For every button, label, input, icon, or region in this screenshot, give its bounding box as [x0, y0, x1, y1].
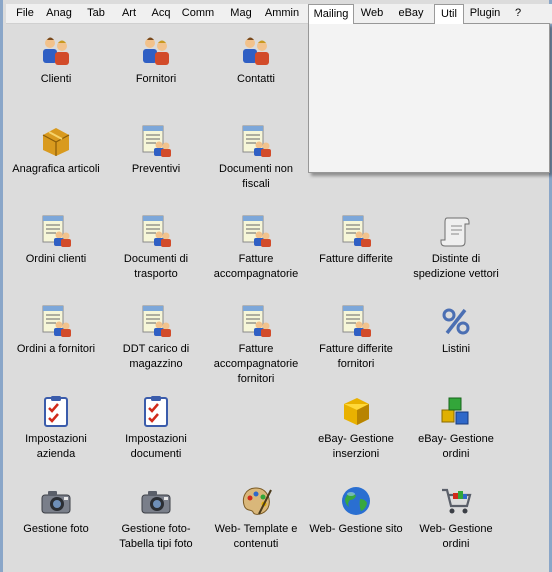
tile-label: Web- Gestione sito — [309, 523, 403, 535]
tile-contatti[interactable]: Contatti — [206, 34, 306, 87]
tile-label: Fatture differite — [319, 253, 393, 265]
tile-label: Fatture accompagnatorie fornitori — [213, 343, 299, 385]
people-icon — [39, 34, 73, 68]
tile-ebay-gestione-inserzioni[interactable]: eBay- Gestione inserzioni — [306, 394, 406, 462]
menu-util[interactable]: Util — [434, 4, 464, 24]
tile-label: Anagrafica articoli — [12, 163, 100, 175]
tile-label: Impostazioni azienda — [25, 433, 87, 460]
percent-icon — [439, 304, 473, 338]
tile-gestione-foto-tabella-tipi-foto[interactable]: Gestione foto- Tabella tipi foto — [106, 484, 206, 552]
tile-label: Ordini clienti — [25, 253, 87, 265]
camera-icon — [139, 484, 173, 518]
menu-bar: File Anag Tab Art Acq Comm Mag Ammin Mai… — [6, 4, 552, 24]
tile-label: Listini — [441, 343, 471, 355]
tile-clienti[interactable]: Clienti — [6, 34, 106, 87]
document-people-icon — [139, 124, 173, 158]
menu-acq[interactable]: Acq — [147, 4, 175, 23]
tile-ordini-a-fornitori[interactable]: Ordini a fornitori — [6, 304, 106, 357]
cart-icon — [439, 484, 473, 518]
document-people-icon — [139, 214, 173, 248]
document-people-icon — [239, 214, 273, 248]
tile-label: Fatture accompagnatorie — [213, 253, 299, 280]
tile-distinte-di-spedizione-vettori[interactable]: Distinte di spedizione vettori — [406, 214, 506, 282]
tile-documenti-non-fiscali[interactable]: Documenti non fiscali — [206, 124, 306, 192]
document-people-icon — [339, 304, 373, 338]
document-people-icon — [39, 304, 73, 338]
document-people-icon — [39, 214, 73, 248]
tile-fatture-differite[interactable]: Fatture differite — [306, 214, 406, 267]
tile-ddt-carico-di-magazzino[interactable]: DDT carico di magazzino — [106, 304, 206, 372]
tile-web-gestione-sito[interactable]: Web- Gestione sito — [306, 484, 406, 537]
tile-label: Web- Gestione ordini — [419, 523, 493, 550]
menu-web[interactable]: Web — [356, 4, 388, 23]
tile-web-gestione-ordini[interactable]: Web- Gestione ordini — [406, 484, 506, 552]
tile-label: Fatture differite fornitori — [319, 343, 393, 370]
scroll-icon — [439, 214, 473, 248]
tile-label: Fornitori — [135, 73, 177, 85]
menu-plugin[interactable]: Plugin — [466, 4, 504, 23]
menu-comm[interactable]: Comm — [180, 4, 216, 23]
tile-label: Documenti di trasporto — [123, 253, 189, 280]
document-people-icon — [339, 214, 373, 248]
tile-label: Web- Template e contenuti — [214, 523, 298, 550]
menu-art[interactable]: Art — [116, 4, 142, 23]
tile-label: Gestione foto- Tabella tipi foto — [119, 523, 193, 550]
tile-label: eBay- Gestione inserzioni — [318, 433, 394, 460]
checklist-icon — [39, 394, 73, 428]
tile-fatture-accompagnatorie[interactable]: Fatture accompagnatorie — [206, 214, 306, 282]
tile-gestione-foto[interactable]: Gestione foto — [6, 484, 106, 537]
checklist-icon — [139, 394, 173, 428]
menu-mailing[interactable]: Mailing — [308, 4, 354, 24]
tile-preventivi[interactable]: Preventivi — [106, 124, 206, 177]
people-icon — [239, 34, 273, 68]
camera-icon — [39, 484, 73, 518]
menu-mag[interactable]: Mag — [226, 4, 256, 23]
util-dropdown-menu[interactable] — [308, 23, 550, 173]
menu-help[interactable]: ? — [510, 4, 526, 23]
boxes-icon — [39, 124, 73, 158]
tile-ebay-gestione-ordini[interactable]: eBay- Gestione ordini — [406, 394, 506, 462]
tile-fatture-differite-fornitori[interactable]: Fatture differite fornitori — [306, 304, 406, 372]
globe-icon — [339, 484, 373, 518]
tile-label: Distinte di spedizione vettori — [413, 253, 499, 280]
document-people-icon — [239, 304, 273, 338]
cube-icon — [339, 394, 373, 428]
tile-label: eBay- Gestione ordini — [418, 433, 494, 460]
tile-label: Impostazioni documenti — [125, 433, 187, 460]
tile-label: Clienti — [40, 73, 72, 85]
tile-listini[interactable]: Listini — [406, 304, 506, 357]
tile-web-template-e-contenuti[interactable]: Web- Template e contenuti — [206, 484, 306, 552]
tile-label: Documenti non fiscali — [219, 163, 293, 190]
people-icon — [139, 34, 173, 68]
document-people-icon — [139, 304, 173, 338]
menu-ebay[interactable]: eBay — [394, 4, 428, 23]
tile-anagrafica-articoli[interactable]: Anagrafica articoli — [6, 124, 106, 177]
tile-documenti-di-trasporto[interactable]: Documenti di trasporto — [106, 214, 206, 282]
menu-ammin[interactable]: Ammin — [263, 4, 301, 23]
cubes-icon — [439, 394, 473, 428]
menu-tab[interactable]: Tab — [81, 4, 111, 23]
tile-label: DDT carico di magazzino — [122, 343, 190, 370]
palette-icon — [239, 484, 273, 518]
menu-anag[interactable]: Anag — [43, 4, 75, 23]
tile-label: Preventivi — [131, 163, 181, 175]
tile-label: Contatti — [237, 73, 275, 85]
document-people-icon — [239, 124, 273, 158]
menu-file[interactable]: File — [11, 4, 39, 23]
tile-ordini-clienti[interactable]: Ordini clienti — [6, 214, 106, 267]
tile-label: Ordini a fornitori — [16, 343, 96, 355]
tile-impostazioni-azienda[interactable]: Impostazioni azienda — [6, 394, 106, 462]
tile-label: Gestione foto — [23, 523, 89, 535]
tile-impostazioni-documenti[interactable]: Impostazioni documenti — [106, 394, 206, 462]
application-window: File Anag Tab Art Acq Comm Mag Ammin Mai… — [0, 0, 552, 572]
tile-fatture-accompagnatorie-fornitori[interactable]: Fatture accompagnatorie fornitori — [206, 304, 306, 387]
tile-fornitori[interactable]: Fornitori — [106, 34, 206, 87]
